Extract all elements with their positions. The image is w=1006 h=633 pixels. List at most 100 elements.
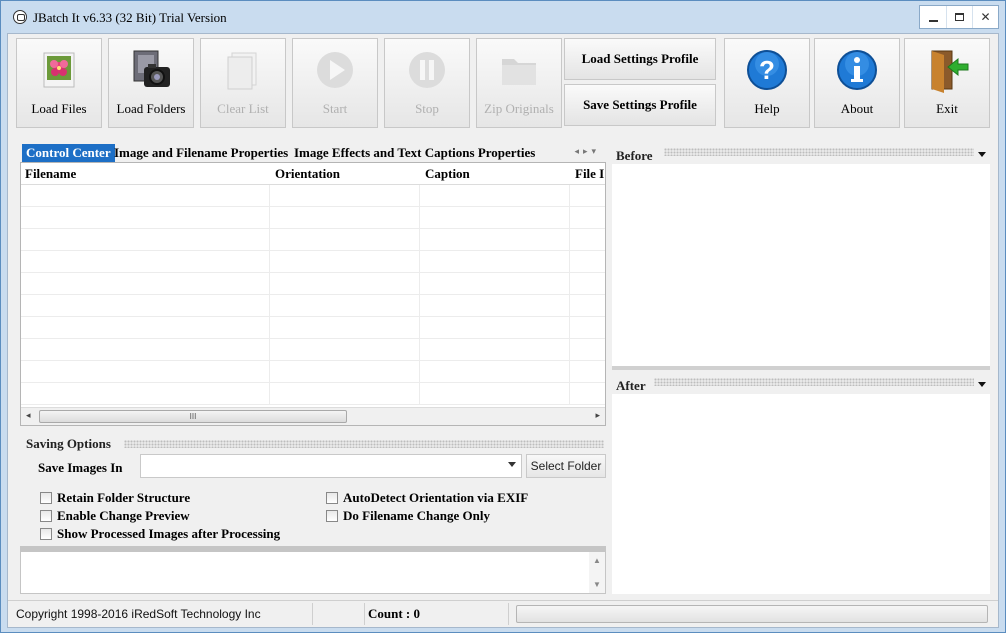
vertical-scrollbar[interactable]: ▲ ▼ xyxy=(589,552,605,593)
about-button[interactable]: About xyxy=(814,38,900,128)
client-area: Load Files Load Folders Clear List Start… xyxy=(7,33,999,628)
zip-originals-label: Zip Originals xyxy=(484,101,554,116)
filename-change-only-checkbox[interactable]: Do Filename Change Only xyxy=(326,508,490,524)
photo-flower-icon xyxy=(43,52,75,88)
file-count: Count : 0 xyxy=(368,606,421,621)
before-label: Before xyxy=(616,148,659,164)
preview-splitter[interactable] xyxy=(612,366,990,370)
copyright-text: Copyright 1998-2016 iRedSoft Technology … xyxy=(16,607,261,621)
table-row[interactable] xyxy=(21,229,605,251)
load-files-label: Load Files xyxy=(31,101,87,116)
scrollbar-thumb[interactable]: III xyxy=(39,410,347,423)
info-icon xyxy=(837,50,877,90)
before-preview-area[interactable] xyxy=(612,164,990,366)
header-dots xyxy=(664,148,974,156)
saving-options-title: Saving Options xyxy=(26,436,117,452)
exit-button[interactable]: Exit xyxy=(904,38,990,128)
header-dots xyxy=(124,440,604,448)
show-processed-images-label: Show Processed Images after Processing xyxy=(57,526,281,541)
status-divider xyxy=(508,603,509,625)
table-row[interactable] xyxy=(21,295,605,317)
table-row[interactable] xyxy=(21,383,605,405)
before-dropdown-icon[interactable] xyxy=(978,152,986,157)
app-icon[interactable] xyxy=(13,10,27,24)
table-row[interactable] xyxy=(21,207,605,229)
column-header-filename[interactable]: Filename xyxy=(25,166,76,182)
after-label: After xyxy=(616,378,652,394)
maximize-button[interactable] xyxy=(946,6,972,28)
stop-button[interactable]: Stop xyxy=(384,38,470,128)
chevron-down-icon[interactable] xyxy=(508,462,516,467)
autodetect-orientation-checkbox[interactable]: AutoDetect Orientation via EXIF xyxy=(326,490,528,506)
title-bar[interactable]: JBatch It v6.33 (32 Bit) Trial Version ✕ xyxy=(1,1,1005,33)
tab-scroll-arrows[interactable]: ◂▸▾ xyxy=(574,146,600,157)
minimize-button[interactable] xyxy=(920,6,946,28)
before-header: Before xyxy=(612,144,994,164)
load-files-button[interactable]: Load Files xyxy=(16,38,102,128)
table-row[interactable] xyxy=(21,317,605,339)
column-header-orientation[interactable]: Orientation xyxy=(275,166,340,182)
column-header-file-info[interactable]: File I xyxy=(575,166,604,182)
checkbox-box[interactable] xyxy=(326,492,338,504)
after-dropdown-icon[interactable] xyxy=(978,382,986,387)
zip-folder-icon xyxy=(502,59,536,85)
enable-change-preview-checkbox[interactable]: Enable Change Preview xyxy=(40,508,190,524)
log-textarea[interactable]: ▲ ▼ xyxy=(20,546,606,594)
save-folder-combo[interactable] xyxy=(140,454,522,478)
table-row[interactable] xyxy=(21,251,605,273)
checkbox-box[interactable] xyxy=(326,510,338,522)
checkbox-box[interactable] xyxy=(40,528,52,540)
app-window: JBatch It v6.33 (32 Bit) Trial Version ✕ xyxy=(0,0,1006,633)
clear-list-label: Clear List xyxy=(217,101,269,116)
filename-change-only-label: Do Filename Change Only xyxy=(343,508,490,523)
status-divider xyxy=(312,603,313,625)
horizontal-scrollbar[interactable]: ◂ III ▸ xyxy=(21,407,605,425)
scroll-right-icon[interactable]: ▸ xyxy=(595,410,600,421)
load-folders-label: Load Folders xyxy=(116,101,186,116)
window-controls: ✕ xyxy=(919,5,999,29)
table-row[interactable] xyxy=(21,185,605,207)
exit-door-icon xyxy=(931,50,969,93)
help-button[interactable]: ? Help xyxy=(724,38,810,128)
minimize-icon xyxy=(928,20,938,22)
table-row[interactable] xyxy=(21,339,605,361)
tab-image-effects-captions[interactable]: Image Effects and Text Captions Properti… xyxy=(290,144,539,162)
load-settings-profile-button[interactable]: Load Settings Profile xyxy=(564,38,716,80)
pause-icon xyxy=(409,52,445,88)
checkbox-box[interactable] xyxy=(40,510,52,522)
autodetect-orientation-label: AutoDetect Orientation via EXIF xyxy=(343,490,529,505)
load-folders-button[interactable]: Load Folders xyxy=(108,38,194,128)
file-list-grid[interactable]: Filename Orientation Caption File I ◂ II… xyxy=(20,162,606,426)
play-icon xyxy=(317,52,353,88)
about-label: About xyxy=(840,101,874,116)
window-title: JBatch It v6.33 (32 Bit) Trial Version xyxy=(33,10,227,25)
status-divider xyxy=(364,603,365,625)
help-question-icon: ? xyxy=(747,50,787,90)
table-row[interactable] xyxy=(21,273,605,295)
close-button[interactable]: ✕ xyxy=(972,6,998,28)
select-folder-button[interactable]: Select Folder xyxy=(526,454,606,478)
scroll-down-icon[interactable]: ▼ xyxy=(593,580,601,589)
table-row[interactable] xyxy=(21,361,605,383)
clear-list-button[interactable]: Clear List xyxy=(200,38,286,128)
column-header-caption[interactable]: Caption xyxy=(425,166,470,182)
zip-originals-button[interactable]: Zip Originals xyxy=(476,38,562,128)
show-processed-images-checkbox[interactable]: Show Processed Images after Processing xyxy=(40,526,280,542)
checkbox-box[interactable] xyxy=(40,492,52,504)
maximize-icon xyxy=(955,13,964,21)
toolbar: Load Files Load Folders Clear List Start… xyxy=(8,34,998,134)
stop-label: Stop xyxy=(415,101,439,116)
retain-folder-structure-label: Retain Folder Structure xyxy=(57,490,191,505)
status-bar: Copyright 1998-2016 iRedSoft Technology … xyxy=(8,600,998,627)
grid-header: Filename Orientation Caption File I xyxy=(21,163,605,185)
tab-control-center[interactable]: Control Center xyxy=(22,144,115,162)
retain-folder-structure-checkbox[interactable]: Retain Folder Structure xyxy=(40,490,190,506)
scroll-up-icon[interactable]: ▲ xyxy=(593,556,601,565)
progress-bar xyxy=(516,605,988,623)
scroll-left-icon[interactable]: ◂ xyxy=(26,410,31,421)
tab-image-filename-properties[interactable]: Image and Filename Properties xyxy=(110,144,292,162)
after-preview-area[interactable] xyxy=(612,394,990,594)
save-settings-profile-button[interactable]: Save Settings Profile xyxy=(564,84,716,126)
property-tabs: Control Center Image and Filename Proper… xyxy=(20,142,606,162)
start-button[interactable]: Start xyxy=(292,38,378,128)
